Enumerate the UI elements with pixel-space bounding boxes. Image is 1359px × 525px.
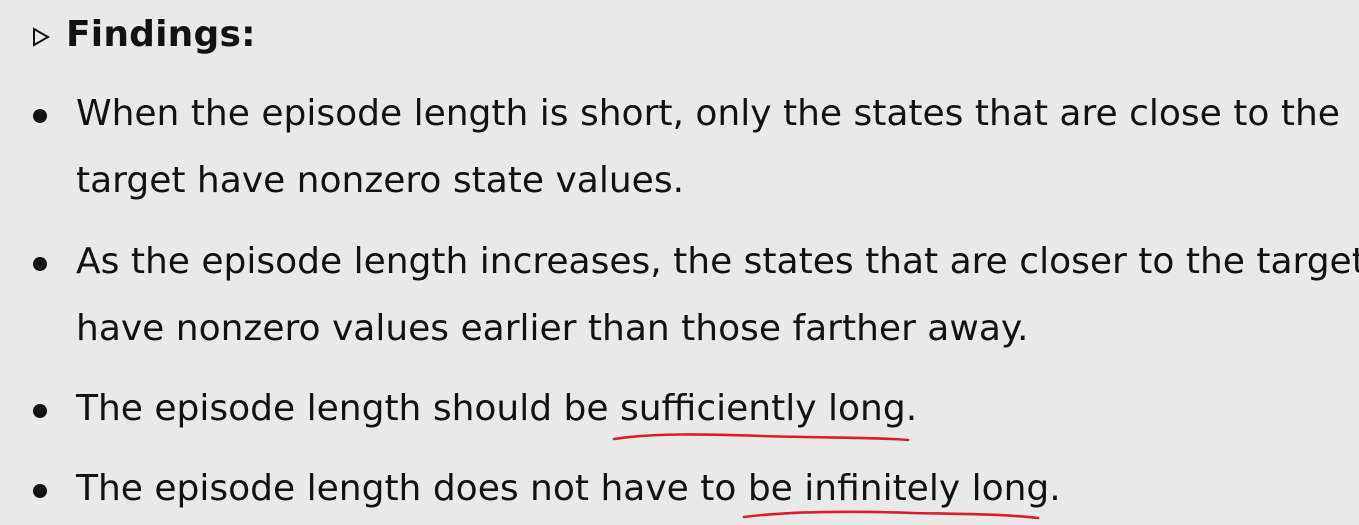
bullet-dot-icon bbox=[33, 257, 47, 271]
bullet-line: have nonzero values earlier than those f… bbox=[76, 308, 1029, 349]
underlined-phrase: sufficiently long bbox=[612, 385, 910, 442]
underlined-text: be infinitely long bbox=[747, 468, 1050, 509]
bullet-line: The episode length does not have to be i… bbox=[76, 465, 1061, 520]
bullet-text: The episode length should be bbox=[76, 388, 620, 429]
red-underline-annotation bbox=[612, 433, 910, 442]
triangle-right-outline-icon bbox=[33, 27, 50, 47]
underlined-phrase: be infinitely long bbox=[742, 465, 1050, 520]
findings-title: Findings: bbox=[66, 13, 256, 55]
bullet-line: When the episode length is short, only t… bbox=[76, 93, 1340, 134]
findings-heading: Findings: bbox=[32, 10, 256, 58]
bullet-dot-icon bbox=[33, 404, 47, 418]
bullet-line: The episode length should be sufficientl… bbox=[76, 385, 918, 442]
bullet-text: The episode length does not have to bbox=[76, 468, 748, 509]
bullet-line: As the episode length increases, the sta… bbox=[76, 241, 1359, 282]
bullet-dot-icon bbox=[33, 109, 47, 123]
bullet-text: . bbox=[905, 388, 918, 429]
bullet-dot-icon bbox=[33, 484, 47, 498]
underlined-text: sufficiently long bbox=[619, 388, 906, 429]
bullet-line: target have nonzero state values. bbox=[76, 160, 685, 201]
bullet-text: . bbox=[1049, 468, 1061, 509]
